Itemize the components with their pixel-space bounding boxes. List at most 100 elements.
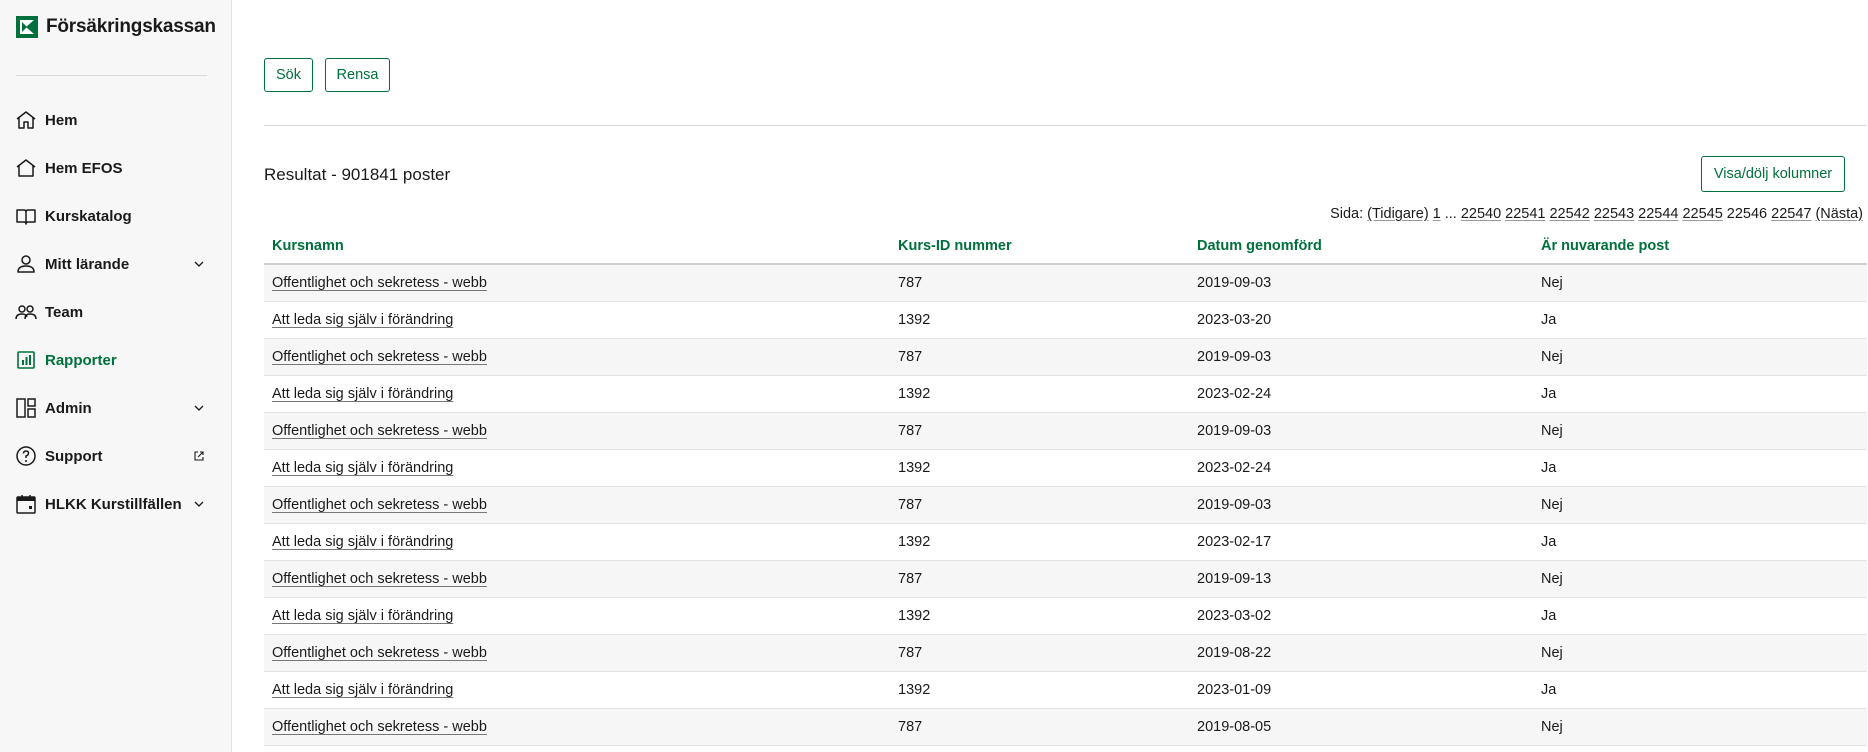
- pagination-page-link[interactable]: 22547: [1771, 206, 1811, 222]
- search-button[interactable]: Sök: [264, 58, 313, 92]
- table-row: Att leda sig själv i förändring 1392 2023-…: [264, 376, 1867, 413]
- sidebar-item-admin[interactable]: Admin: [0, 384, 232, 432]
- pagination-page-link[interactable]: 22542: [1549, 206, 1589, 222]
- cell-completed-date: 2019-08-22: [1197, 645, 1272, 661]
- chevron-down-icon: [192, 497, 206, 511]
- cell-completed-date: 2019-09-03: [1197, 349, 1272, 365]
- pagination-next[interactable]: (Nästa): [1815, 206, 1863, 222]
- table-row: Offentlighet och sekretess - webb 787 2019…: [264, 339, 1867, 376]
- cell-current-record: Ja: [1541, 682, 1557, 698]
- course-link[interactable]: Att leda sig själv i förändring: [272, 608, 453, 624]
- course-link[interactable]: Att leda sig själv i förändring: [272, 534, 453, 550]
- course-link[interactable]: Att leda sig själv i förändring: [272, 386, 453, 402]
- cell-course-name: Offentlighet och sekretess - webb: [264, 645, 890, 661]
- table-row: Att leda sig själv i förändring 1392 2023-…: [264, 450, 1867, 487]
- chevron-down-icon: [192, 257, 206, 271]
- column-header-current-record[interactable]: Är nuvarande post: [1533, 238, 1867, 254]
- cell-current-record: Ja: [1541, 312, 1557, 328]
- cell-current-record: Nej: [1541, 349, 1563, 365]
- pagination-page-link[interactable]: 22540: [1461, 206, 1501, 222]
- table-row: Att leda sig själv i förändring 1392 2023-…: [264, 524, 1867, 561]
- admin-layout-icon: [14, 396, 38, 420]
- sidebar-item-rapporter[interactable]: Rapporter: [0, 336, 232, 384]
- sidebar-item-label: Mitt lärande: [45, 255, 130, 273]
- cell-current-record: Nej: [1541, 645, 1563, 661]
- course-link[interactable]: Offentlighet och sekretess - webb: [272, 349, 487, 365]
- sidebar-item-support[interactable]: Support: [0, 432, 232, 480]
- course-link[interactable]: Offentlighet och sekretess - webb: [272, 275, 487, 291]
- table-row: Offentlighet och sekretess - webb 787 2019…: [264, 709, 1867, 746]
- table-row: Offentlighet och sekretess - webb 787 2019…: [264, 265, 1867, 302]
- cell-course-id: 787: [898, 275, 923, 291]
- cell-completed-date: 2019-09-03: [1197, 275, 1272, 291]
- chevron-down-icon: [192, 401, 206, 415]
- sidebar-item-label: HLKK Kurstillfällen: [45, 495, 182, 513]
- column-header-course-name[interactable]: Kursnamn: [264, 238, 890, 254]
- cell-course-id: 787: [898, 719, 923, 735]
- app-root: Försäkringskassan Hem Hem EFOS Kurskatalog…: [0, 0, 1868, 752]
- cell-course-name: Att leda sig själv i förändring: [264, 312, 890, 328]
- course-link[interactable]: Att leda sig själv i förändring: [272, 312, 453, 328]
- cell-completed-date: 2019-09-13: [1197, 571, 1272, 587]
- pagination-page-link[interactable]: 22543: [1594, 206, 1634, 222]
- sidebar-divider: [16, 75, 207, 76]
- sidebar-nav: Hem Hem EFOS Kurskatalog Mitt lärande Team Ra…: [0, 96, 232, 528]
- course-link[interactable]: Att leda sig själv i förändring: [272, 460, 453, 476]
- pagination-page-link[interactable]: 22541: [1505, 206, 1545, 222]
- course-link[interactable]: Offentlighet och sekretess - webb: [272, 571, 487, 587]
- external-link-icon: [192, 449, 206, 463]
- sidebar-item-hlkk-kurstillfällen[interactable]: HLKK Kurstillfällen: [0, 480, 232, 528]
- home-outline-icon: [14, 156, 38, 180]
- sidebar-item-hem[interactable]: Hem: [0, 96, 232, 144]
- cell-current-record: Ja: [1541, 608, 1557, 624]
- sidebar-item-mitt-lärande[interactable]: Mitt lärande: [0, 240, 232, 288]
- cell-course-id: 1392: [898, 386, 931, 402]
- pagination-prev[interactable]: (Tidigare): [1367, 206, 1429, 222]
- cell-current-record: Nej: [1541, 497, 1563, 513]
- main-content: Sök Rensa Resultat - 901841 poster Visa/…: [232, 0, 1868, 752]
- table-row: Att leda sig själv i förändring 1392 2023-…: [264, 302, 1867, 339]
- cell-course-name: Offentlighet och sekretess - webb: [264, 275, 890, 291]
- sidebar-item-label: Hem: [45, 111, 78, 129]
- cell-course-name: Att leda sig själv i förändring: [264, 534, 890, 550]
- table-row: Offentlighet och sekretess - webb 787 2019…: [264, 561, 1867, 598]
- logo[interactable]: Försäkringskassan: [16, 16, 216, 38]
- table-header: Kursnamn Kurs-ID nummer Datum genomförd …: [264, 229, 1867, 265]
- sidebar-item-hem-efos[interactable]: Hem EFOS: [0, 144, 232, 192]
- sidebar-item-team[interactable]: Team: [0, 288, 232, 336]
- cell-course-id: 787: [898, 349, 923, 365]
- pagination: Sida: (Tidigare) 1 ... 22540 22541 22542 22…: [1330, 206, 1863, 222]
- course-link[interactable]: Offentlighet och sekretess - webb: [272, 497, 487, 513]
- home-icon: [14, 108, 38, 132]
- course-link[interactable]: Offentlighet och sekretess - webb: [272, 423, 487, 439]
- cell-completed-date: 2019-08-05: [1197, 719, 1272, 735]
- sidebar-item-kurskatalog[interactable]: Kurskatalog: [0, 192, 232, 240]
- course-link[interactable]: Att leda sig själv i förändring: [272, 682, 453, 698]
- result-title: Resultat - 901841 poster: [264, 165, 451, 184]
- column-header-completed-date[interactable]: Datum genomförd: [1189, 238, 1533, 254]
- sidebar-item-label: Kurskatalog: [45, 207, 132, 225]
- sidebar-item-label: Support: [45, 447, 103, 465]
- calendar-icon: [14, 492, 38, 516]
- toggle-columns-button[interactable]: Visa/dölj kolumner: [1701, 156, 1845, 192]
- cell-completed-date: 2023-01-09: [1197, 682, 1272, 698]
- sidebar-item-label: Hem EFOS: [45, 159, 123, 177]
- pagination-first[interactable]: 1: [1433, 206, 1441, 222]
- cell-course-name: Offentlighet och sekretess - webb: [264, 423, 890, 439]
- course-link[interactable]: Offentlighet och sekretess - webb: [272, 719, 487, 735]
- pagination-page-link[interactable]: 22545: [1682, 206, 1722, 222]
- pagination-ellipsis: ...: [1444, 206, 1457, 222]
- results-table: Kursnamn Kurs-ID nummer Datum genomförd …: [264, 229, 1867, 746]
- course-link[interactable]: Offentlighet och sekretess - webb: [272, 645, 487, 661]
- pagination-page-link[interactable]: 22544: [1638, 206, 1678, 222]
- table-row: Att leda sig själv i förändring 1392 2023-…: [264, 598, 1867, 635]
- cell-course-id: 1392: [898, 312, 931, 328]
- cell-course-id: 787: [898, 423, 923, 439]
- column-header-course-id[interactable]: Kurs-ID nummer: [890, 238, 1189, 254]
- cell-current-record: Nej: [1541, 423, 1563, 439]
- cell-completed-date: 2023-02-24: [1197, 386, 1272, 402]
- cell-course-id: 787: [898, 645, 923, 661]
- clear-button[interactable]: Rensa: [325, 58, 390, 92]
- cell-course-id: 1392: [898, 460, 931, 476]
- cell-current-record: Nej: [1541, 275, 1563, 291]
